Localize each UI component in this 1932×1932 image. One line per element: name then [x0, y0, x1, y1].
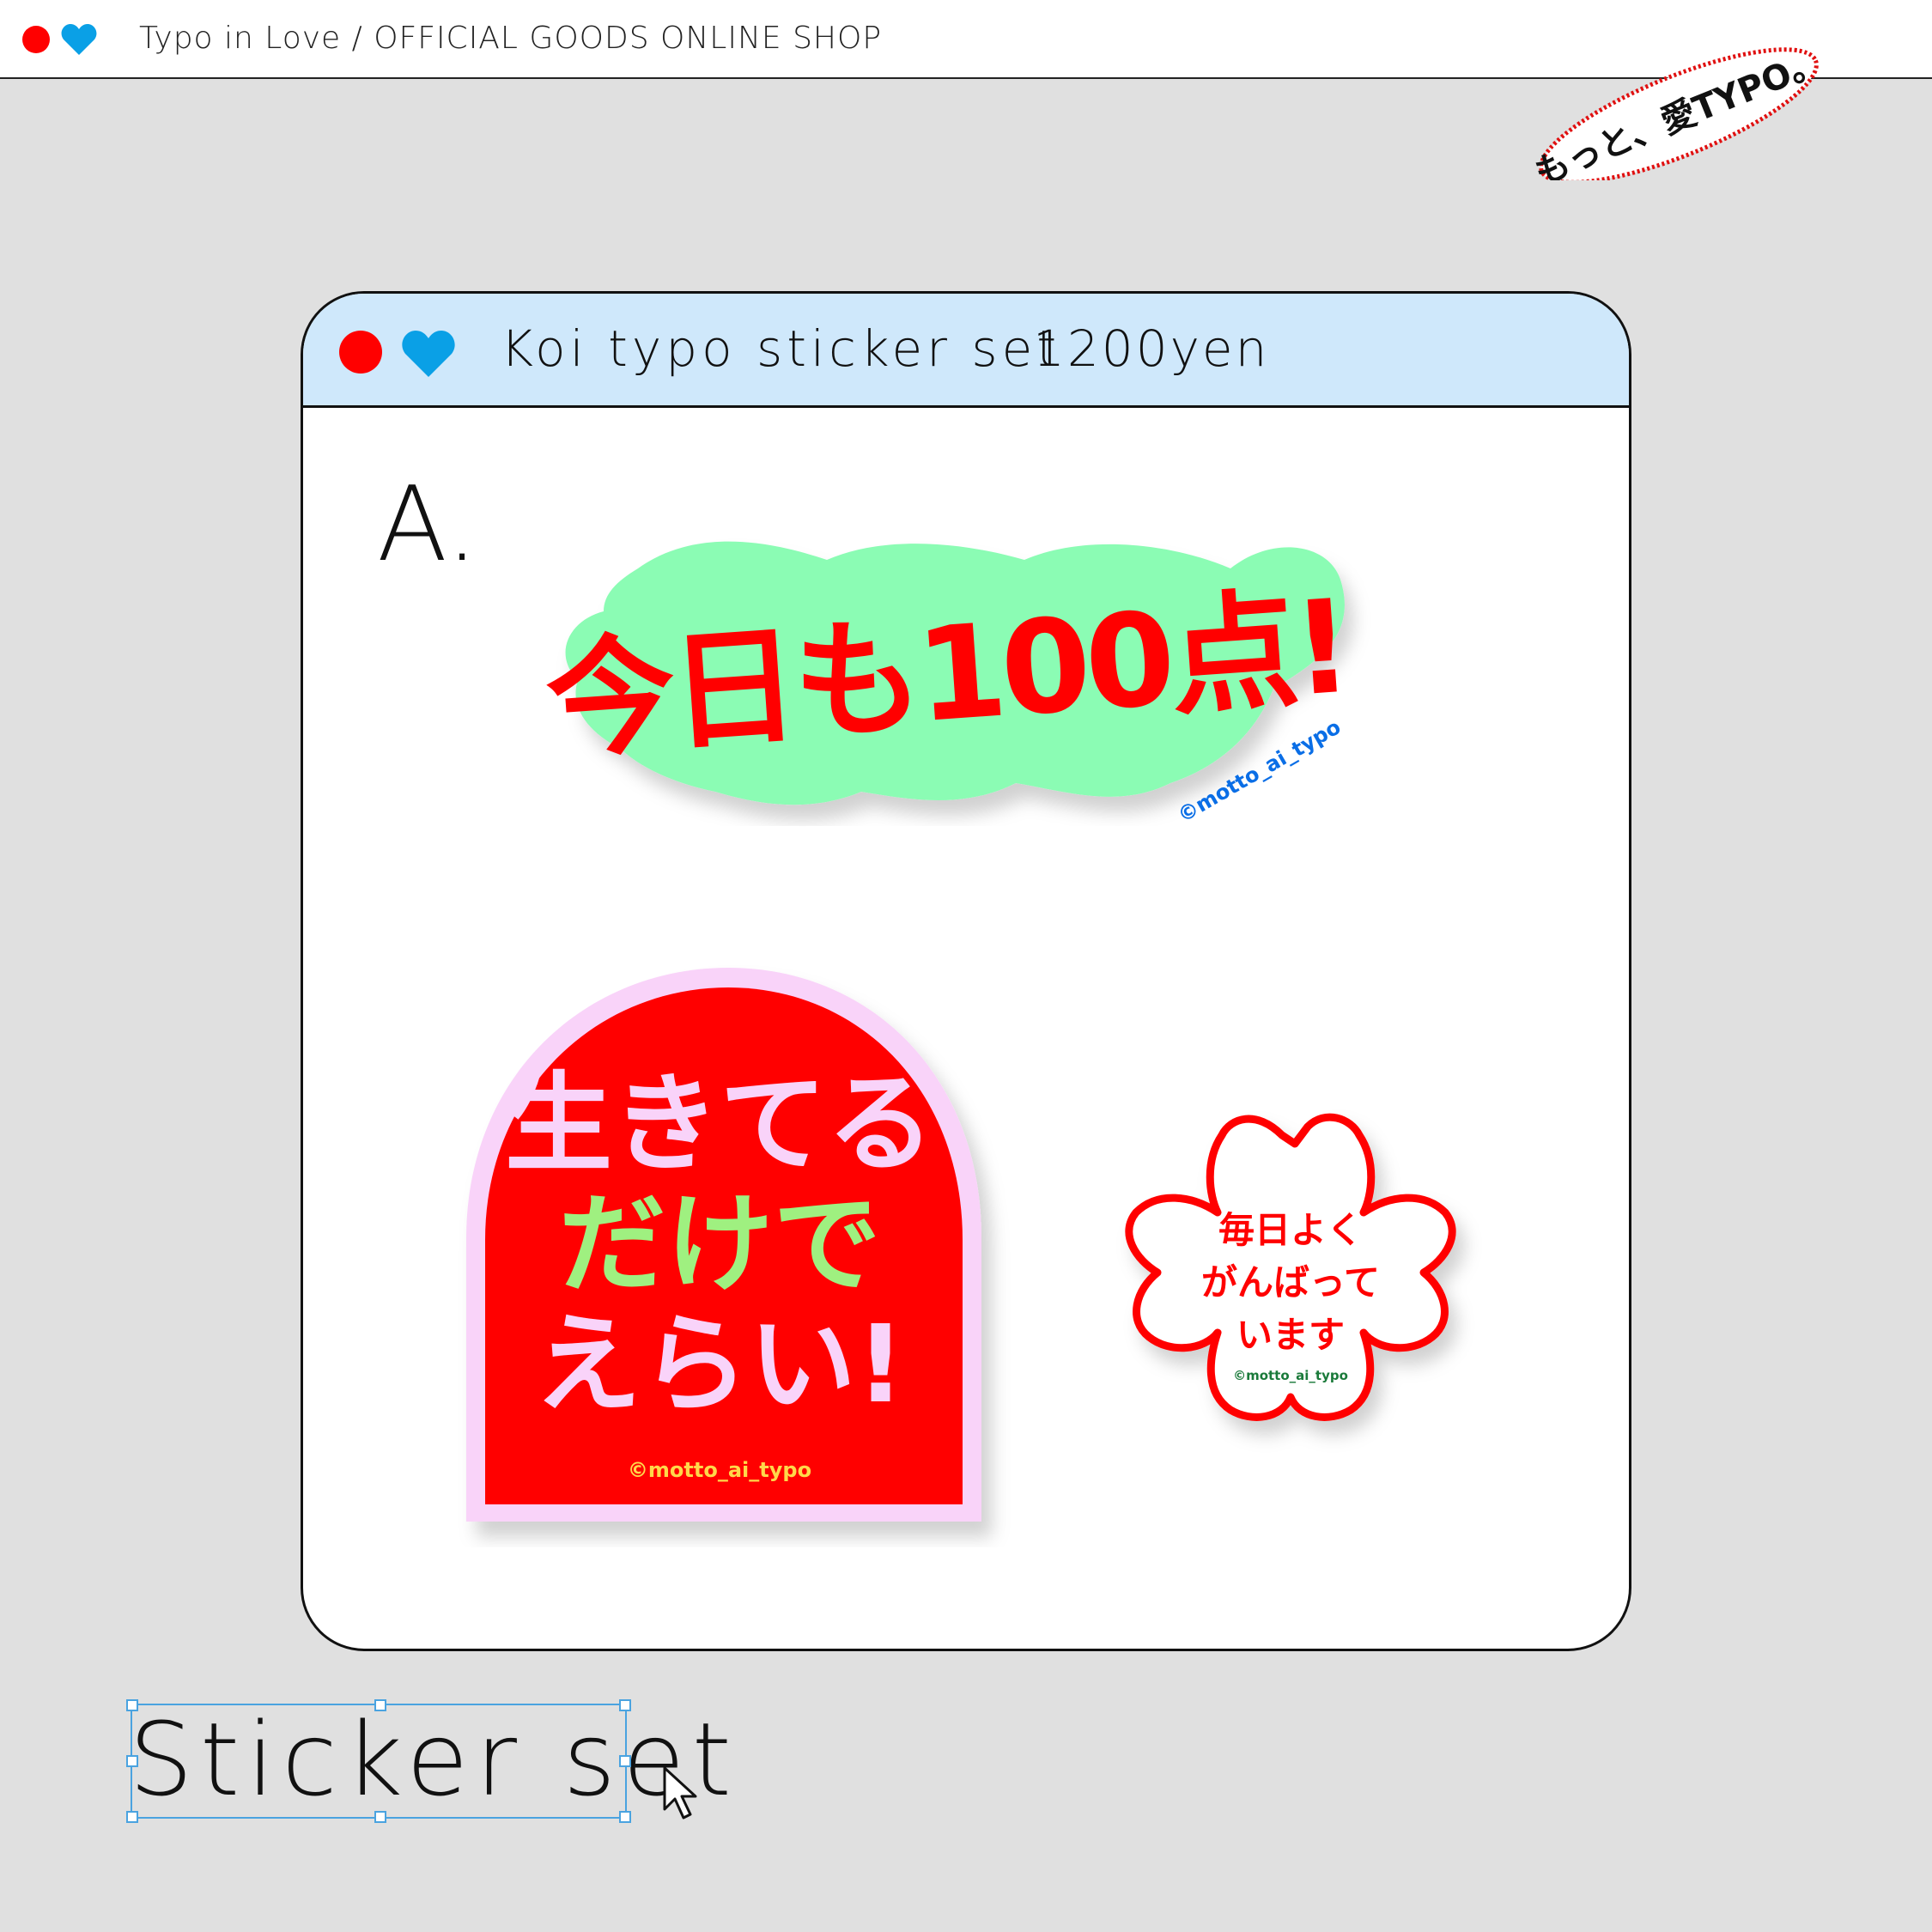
sticker-erai-line-2: だけで — [559, 1182, 881, 1307]
product-window: Koi typo sticker set 1200yen A. 今日も100点!… — [301, 291, 1631, 1651]
text-selection-box[interactable] — [126, 1699, 631, 1823]
variant-label: A. — [377, 465, 479, 585]
heart-icon — [402, 331, 455, 377]
sticker-sakura-line-2: がんばって — [1201, 1261, 1380, 1303]
sticker-sakura-line-3: います — [1236, 1314, 1345, 1356]
product-price: 1200yen — [1033, 319, 1270, 378]
site-title[interactable]: Typo in Love / OFFICIAL GOODS ONLINE SHO… — [139, 21, 882, 56]
resize-handle[interactable] — [126, 1811, 138, 1823]
sticker-erai-credit: ©motto_ai_typo — [628, 1458, 811, 1482]
red-dot-icon — [22, 26, 50, 53]
resize-handle[interactable] — [126, 1755, 138, 1767]
sticker-erai-line-3: えらい! — [534, 1303, 905, 1427]
sticker-erai-line-1: 生きてる — [505, 1062, 934, 1187]
resize-handle[interactable] — [619, 1811, 631, 1823]
sticker-100-points[interactable]: 今日も100点! ©motto_ai_typo — [518, 508, 1376, 826]
resize-handle[interactable] — [374, 1811, 386, 1823]
sticker-sakura-credit: ©motto_ai_typo — [1233, 1368, 1348, 1383]
sticker-sakura-line-1: 毎日よく — [1218, 1209, 1363, 1251]
brand-badge: もっと、愛TYPO。 — [1520, 34, 1838, 193]
product-titlebar: Koi typo sticker set 1200yen — [303, 294, 1629, 408]
resize-handle[interactable] — [619, 1755, 631, 1767]
heart-icon — [61, 24, 97, 55]
resize-handle[interactable] — [374, 1699, 386, 1711]
product-name: Koi typo sticker set — [501, 319, 1061, 378]
sticker-erai[interactable]: 生きてる だけで えらい! ©motto_ai_typo — [458, 963, 1024, 1547]
red-dot-icon — [339, 331, 382, 374]
resize-handle[interactable] — [619, 1699, 631, 1711]
resize-handle[interactable] — [126, 1699, 138, 1711]
sticker-sakura[interactable]: 毎日よく がんばって います ©motto_ai_typo — [1110, 1092, 1488, 1470]
mouse-cursor-icon — [663, 1766, 697, 1820]
